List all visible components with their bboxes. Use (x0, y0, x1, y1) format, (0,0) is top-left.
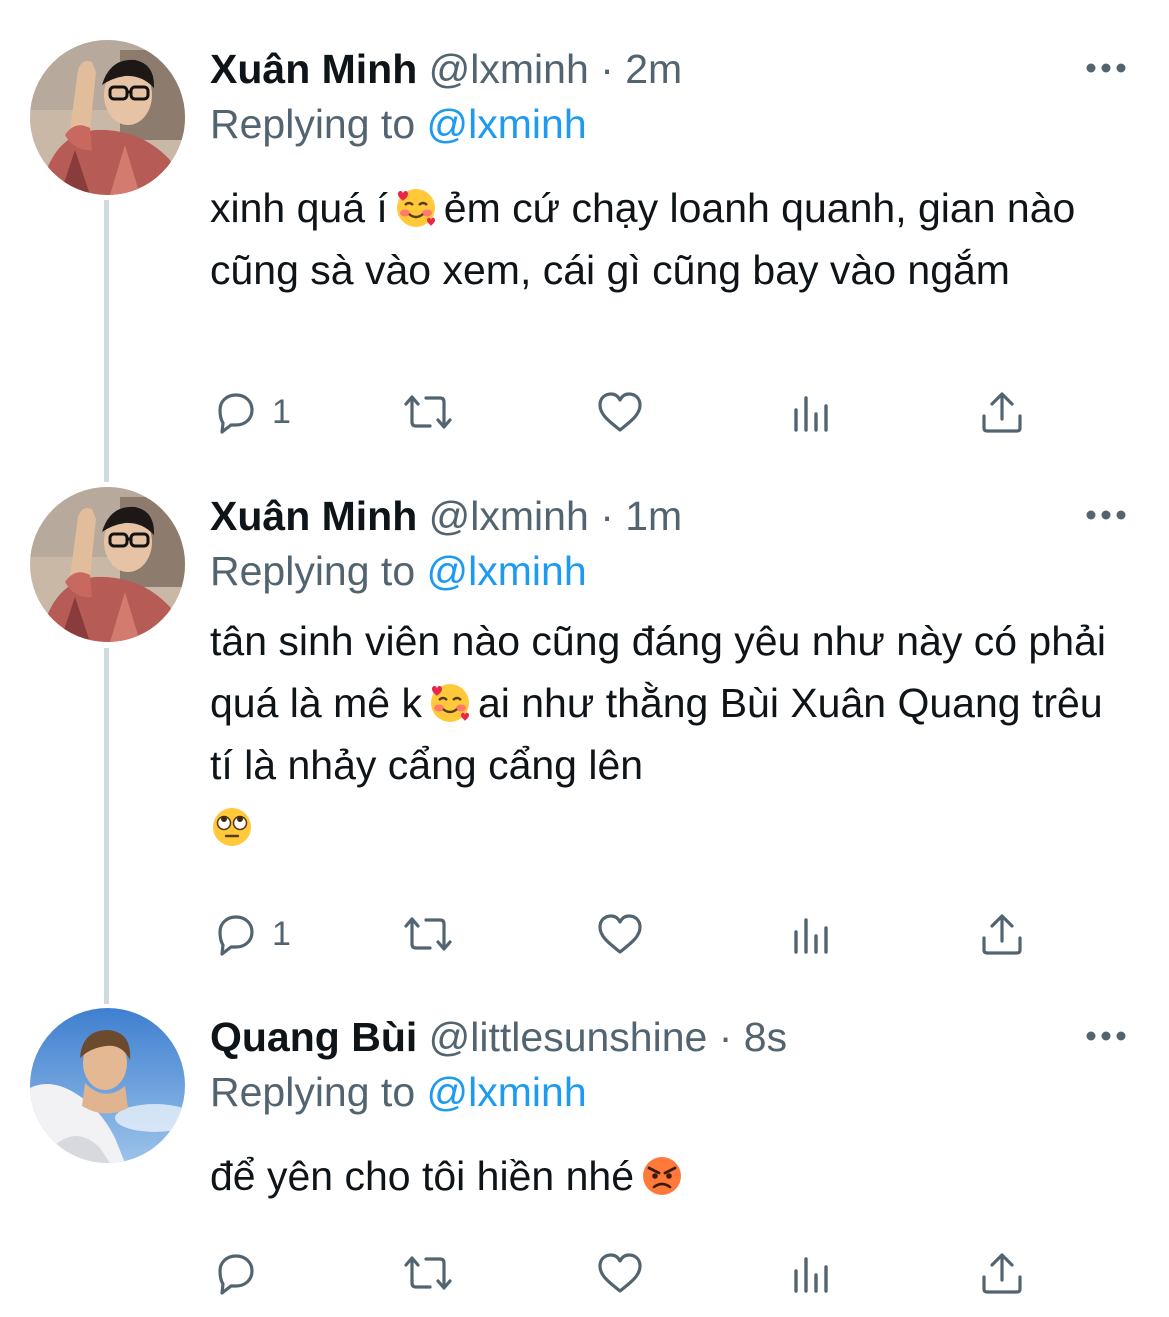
mention-link[interactable]: @lxminh (427, 1069, 587, 1115)
replying-to: Replying to @lxminh (210, 546, 587, 596)
avatar[interactable] (30, 40, 185, 195)
retweet-button[interactable] (400, 1248, 456, 1298)
analytics-button[interactable] (788, 1248, 836, 1298)
mention-link[interactable]: @lxminh (427, 101, 587, 147)
tweet[interactable]: Quang Bùi @littlesunshine · 8s Replying … (0, 968, 1169, 1317)
retweet-icon (404, 917, 452, 951)
more-options-icon[interactable] (1084, 1026, 1128, 1046)
display-name[interactable]: Xuân Minh (210, 46, 417, 92)
timestamp[interactable]: 8s (744, 1014, 787, 1060)
tweet-actions: 1 (210, 909, 1110, 959)
analytics-icon (794, 396, 828, 432)
analytics-button[interactable] (788, 909, 836, 959)
like-icon (598, 1253, 642, 1293)
tweet-actions: 1 (210, 387, 1110, 437)
reply-button[interactable]: 1 (210, 387, 291, 437)
tweet-text: xinh quá í ẻm cứ chạy loanh quanh, gian n… (210, 177, 1150, 301)
share-icon (982, 392, 1022, 433)
separator-dot: · (600, 46, 614, 92)
retweet-button[interactable] (400, 387, 456, 437)
display-name[interactable]: Quang Bùi (210, 1014, 417, 1060)
separator-dot: · (600, 493, 614, 539)
like-button[interactable] (595, 387, 645, 437)
reply-button[interactable] (210, 1248, 272, 1298)
more-options-icon[interactable] (1084, 58, 1128, 78)
user-handle[interactable]: @littlesunshine (429, 1014, 708, 1060)
timestamp[interactable]: 1m (625, 493, 682, 539)
analytics-icon (794, 918, 828, 954)
tweet[interactable]: Xuân Minh @lxminh · 1m Replying to @lxmi… (0, 447, 1169, 987)
tweet-header: Xuân Minh @lxminh · 1m (210, 491, 682, 541)
angry-face-icon (640, 1153, 684, 1197)
like-button[interactable] (595, 909, 645, 959)
share-button[interactable] (978, 909, 1026, 959)
reply-icon (218, 393, 254, 434)
tweet-text-part: để yên cho tôi hiền nhé (210, 1153, 634, 1199)
tweet-header: Xuân Minh @lxminh · 2m (210, 44, 682, 94)
share-button[interactable] (978, 1248, 1026, 1298)
share-button[interactable] (978, 387, 1026, 437)
like-button[interactable] (595, 1248, 645, 1298)
tweet-actions (210, 1248, 1110, 1298)
mention-link[interactable]: @lxminh (427, 548, 587, 594)
replying-label: Replying to (210, 101, 416, 147)
retweet-button[interactable] (400, 909, 456, 959)
tweet[interactable]: Xuân Minh @lxminh · 2m Replying to @lxmi… (0, 0, 1169, 470)
user-handle[interactable]: @lxminh (429, 46, 589, 92)
retweet-icon (404, 1256, 452, 1290)
reply-count: 1 (272, 914, 291, 953)
avatar[interactable] (30, 1008, 185, 1163)
share-icon (982, 1253, 1022, 1294)
replying-label: Replying to (210, 548, 416, 594)
reply-icon (218, 915, 254, 956)
retweet-icon (404, 395, 452, 429)
tweet-header: Quang Bùi @littlesunshine · 8s (210, 1012, 787, 1062)
replying-to: Replying to @lxminh (210, 99, 587, 149)
replying-label: Replying to (210, 1069, 416, 1115)
reply-icon (218, 1254, 254, 1295)
share-icon (982, 914, 1022, 955)
like-icon (598, 914, 642, 954)
analytics-icon (794, 1257, 828, 1293)
tweet-text-part: xinh quá í (210, 185, 388, 231)
separator-dot: · (718, 1014, 733, 1060)
like-icon (598, 392, 642, 432)
more-options-icon[interactable] (1084, 505, 1128, 525)
replying-to: Replying to @lxminh (210, 1067, 587, 1117)
smiling-face-with-hearts-icon (428, 680, 472, 724)
user-handle[interactable]: @lxminh (429, 493, 589, 539)
analytics-button[interactable] (788, 387, 836, 437)
display-name[interactable]: Xuân Minh (210, 493, 417, 539)
face-with-rolling-eyes-icon (210, 804, 254, 848)
tweet-text: tân sinh viên nào cũng đáng yêu như này … (210, 610, 1110, 858)
timestamp[interactable]: 2m (625, 46, 682, 92)
reply-button[interactable]: 1 (210, 909, 291, 959)
tweet-text: để yên cho tôi hiền nhé (210, 1145, 1150, 1207)
reply-count: 1 (272, 392, 291, 431)
avatar[interactable] (30, 487, 185, 642)
smiling-face-with-hearts-icon (394, 185, 438, 229)
